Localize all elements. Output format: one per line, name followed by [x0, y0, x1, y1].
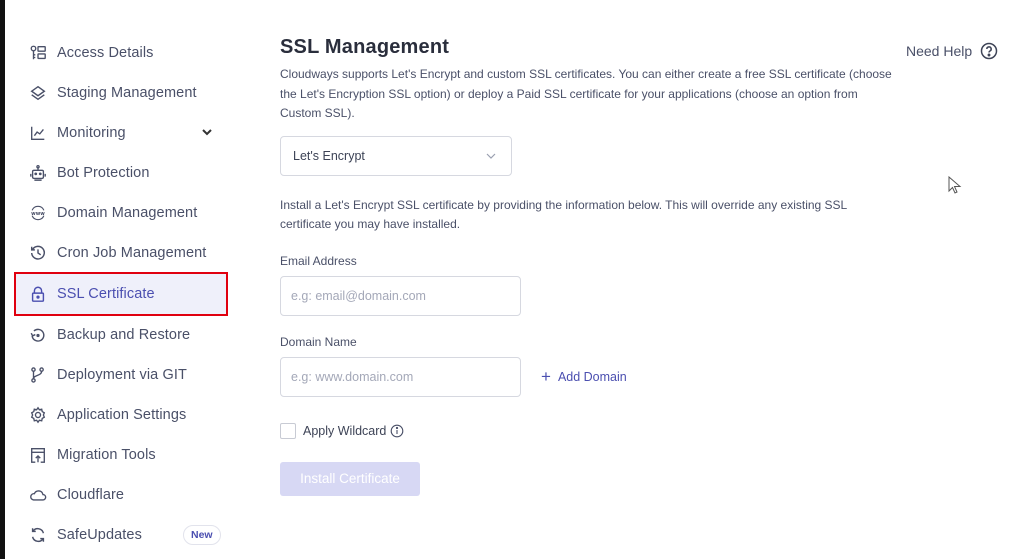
- mouse-cursor-icon: [948, 176, 962, 194]
- sidebar-item-deployment-via-git[interactable]: Deployment via GIT: [16, 355, 228, 395]
- sidebar-item-migration-tools[interactable]: Migration Tools: [16, 435, 228, 475]
- sidebar-item-label: Monitoring: [57, 125, 126, 141]
- refresh-icon: [28, 525, 48, 545]
- sidebar-item-safeupdates[interactable]: SafeUpdates New: [16, 515, 228, 555]
- apply-wildcard-checkbox[interactable]: [280, 422, 296, 439]
- sidebar-item-label: Domain Management: [57, 205, 198, 221]
- add-domain-button[interactable]: + Add Domain: [541, 368, 627, 385]
- cloud-icon: [28, 485, 48, 505]
- sidebar-item-backup-and-restore[interactable]: Backup and Restore: [16, 315, 228, 355]
- info-icon[interactable]: [390, 424, 404, 438]
- apply-wildcard-row: Apply Wildcard: [280, 422, 900, 439]
- sidebar-item-label: Cron Job Management: [57, 245, 207, 261]
- chevron-down-icon: [486, 153, 496, 159]
- sidebar-item-label: SafeUpdates: [57, 527, 142, 543]
- key-list-icon: [28, 43, 48, 63]
- sidebar-item-label: Application Settings: [57, 407, 187, 423]
- sidebar-item-access-details[interactable]: Access Details: [16, 33, 228, 73]
- page-title: SSL Management: [280, 36, 450, 58]
- restore-icon: [28, 325, 48, 345]
- sidebar-item-cloudflare[interactable]: Cloudflare: [16, 475, 228, 515]
- git-branch-icon: [28, 365, 48, 385]
- domain-label: Domain Name: [280, 334, 357, 349]
- www-globe-icon: www: [28, 203, 48, 223]
- sidebar-item-domain-management[interactable]: www Domain Management: [16, 193, 228, 233]
- sidebar-item-label: Cloudflare: [57, 487, 125, 503]
- sidebar-item-label: Deployment via GIT: [57, 367, 187, 383]
- apply-wildcard-label: Apply Wildcard: [303, 423, 387, 438]
- need-help-label: Need Help: [906, 43, 973, 59]
- install-certificate-button[interactable]: Install Certificate: [280, 461, 420, 496]
- sidebar-nav: Access Details Staging Management Monito…: [14, 33, 228, 555]
- sidebar-item-staging-management[interactable]: Staging Management: [16, 73, 228, 113]
- email-field[interactable]: [280, 275, 521, 316]
- window-edge: [0, 0, 5, 559]
- sidebar-item-label: SSL Certificate: [57, 286, 155, 302]
- sidebar-item-label: Backup and Restore: [57, 327, 191, 343]
- ssl-type-selected-value: Let's Encrypt: [293, 148, 365, 163]
- email-label: Email Address: [280, 253, 357, 268]
- ssl-management-panel: SSL Management Cloudways supports Let's …: [280, 36, 900, 496]
- sidebar-item-cron-job-management[interactable]: Cron Job Management: [16, 233, 228, 273]
- plus-icon: +: [541, 367, 551, 386]
- page-description: Cloudways supports Let's Encrypt and cus…: [280, 67, 892, 120]
- sidebar-item-label: Access Details: [57, 45, 154, 61]
- add-domain-label: Add Domain: [557, 369, 627, 384]
- sidebar-item-label: Bot Protection: [57, 165, 150, 181]
- chevron-down-icon[interactable]: [200, 125, 214, 139]
- sidebar-item-label: Migration Tools: [57, 447, 156, 463]
- sidebar-item-application-settings[interactable]: Application Settings: [16, 395, 228, 435]
- gear-icon: [28, 405, 48, 425]
- robot-icon: [28, 163, 48, 183]
- sidebar-item-monitoring[interactable]: Monitoring: [16, 113, 228, 153]
- domain-row: + Add Domain: [280, 349, 900, 397]
- chart-line-icon: [28, 123, 48, 143]
- install-info-text: Install a Let's Encrypt SSL certificate …: [280, 197, 847, 232]
- new-badge: New: [183, 525, 221, 545]
- question-circle-icon: [980, 42, 998, 60]
- lock-icon: [28, 284, 48, 304]
- ssl-type-select[interactable]: Let's Encrypt: [280, 135, 512, 176]
- layers-icon: [28, 83, 48, 103]
- history-clock-icon: [28, 243, 48, 263]
- svg-text:www: www: [31, 211, 45, 217]
- sidebar-item-label: Staging Management: [57, 85, 197, 101]
- sidebar-item-ssl-certificate[interactable]: SSL Certificate: [14, 272, 228, 316]
- need-help-link[interactable]: Need Help: [906, 42, 998, 60]
- domain-field[interactable]: [280, 356, 521, 397]
- sidebar-item-bot-protection[interactable]: Bot Protection: [16, 153, 228, 193]
- migration-upload-icon: [28, 445, 48, 465]
